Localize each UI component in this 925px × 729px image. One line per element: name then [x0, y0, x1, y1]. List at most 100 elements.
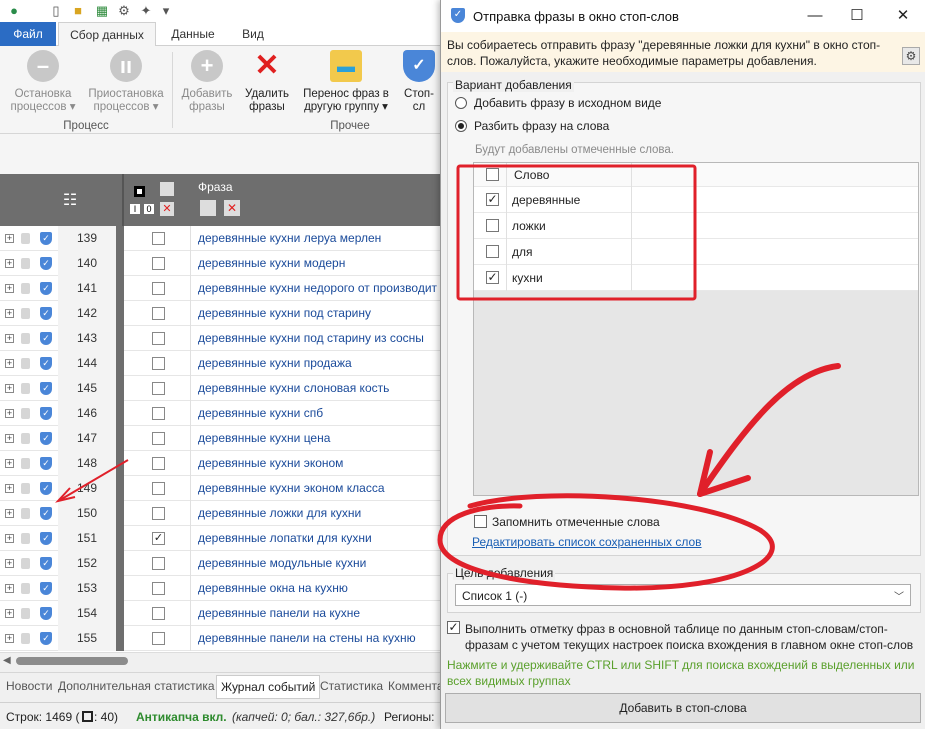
lock-icon[interactable] — [21, 483, 30, 494]
mark-phrases-checkbox[interactable]: ✓ — [447, 621, 460, 634]
row-checkbox[interactable] — [152, 482, 165, 495]
word-checkbox[interactable]: ✓ — [486, 271, 499, 284]
row-checkbox[interactable] — [152, 332, 165, 345]
row-phrase[interactable]: деревянные окна на кухню — [198, 576, 348, 601]
shield-check-icon[interactable]: ✓ — [40, 282, 52, 295]
tab-extra-stats[interactable]: Дополнительная статистика — [58, 679, 215, 693]
select-all-checkbox-icon[interactable] — [134, 186, 145, 197]
table-row[interactable]: + ✓ 149 деревянные кухни эконом класса — [0, 476, 440, 501]
word-row[interactable]: для — [474, 239, 918, 265]
maximize-icon[interactable]: ☐ — [843, 6, 871, 26]
target-select[interactable]: Список 1 (-) ﹀ — [455, 584, 911, 606]
radio-as-is-label[interactable]: Добавить фразу в исходном виде — [474, 96, 661, 110]
phrase-clear-filter-icon[interactable]: ✕ — [224, 200, 240, 216]
select-all-words-checkbox[interactable] — [486, 168, 499, 181]
clear-filter-icon[interactable]: ✕ — [160, 202, 174, 216]
table-row[interactable]: + ✓ 143 деревянные кухни под старину из сос… — [0, 326, 440, 351]
row-phrase[interactable]: деревянные кухни под старину из сосны — [198, 326, 424, 351]
magic-wand-icon[interactable]: ✦ — [138, 3, 154, 19]
lock-icon[interactable] — [21, 508, 30, 519]
table-row[interactable]: + ✓ 148 деревянные кухни эконом — [0, 451, 440, 476]
row-checkbox[interactable] — [152, 607, 165, 620]
row-phrase[interactable]: деревянные кухни эконом — [198, 451, 343, 476]
settings-icon[interactable]: ⚙ — [116, 3, 132, 19]
lock-icon[interactable] — [21, 258, 30, 269]
lock-icon[interactable] — [21, 333, 30, 344]
row-phrase[interactable]: деревянные кухни под старину — [198, 301, 371, 326]
row-phrase[interactable]: деревянные панели на стены на кухню — [198, 626, 416, 651]
row-checkbox[interactable]: ✓ — [152, 532, 165, 545]
remember-words-checkbox[interactable] — [474, 515, 487, 528]
excel-icon[interactable]: ▦ — [94, 3, 110, 19]
word-row[interactable]: ложки — [474, 213, 918, 239]
new-file-icon[interactable]: ▯ — [48, 3, 64, 19]
lock-icon[interactable] — [21, 433, 30, 444]
row-checkbox[interactable] — [152, 382, 165, 395]
row-checkbox[interactable] — [152, 582, 165, 595]
table-row[interactable]: + ✓ 145 деревянные кухни слоновая кость — [0, 376, 440, 401]
shield-check-icon[interactable]: ✓ — [40, 557, 52, 570]
shield-check-icon[interactable]: ✓ — [40, 307, 52, 320]
expand-row-icon[interactable]: + — [5, 534, 14, 543]
shield-check-icon[interactable]: ✓ — [40, 332, 52, 345]
scroll-left-icon[interactable]: ◀ — [3, 655, 11, 666]
table-row[interactable]: + ✓ 154 деревянные панели на кухне — [0, 601, 440, 626]
lock-icon[interactable] — [21, 583, 30, 594]
lock-icon[interactable] — [21, 608, 30, 619]
row-phrase[interactable]: деревянные кухни спб — [198, 401, 323, 426]
expand-row-icon[interactable]: + — [5, 234, 14, 243]
row-phrase[interactable]: деревянные ложки для кухни — [198, 501, 361, 526]
minimize-icon[interactable]: — — [801, 6, 829, 26]
expand-row-icon[interactable]: + — [5, 409, 14, 418]
expand-row-icon[interactable]: + — [5, 384, 14, 393]
quick-access-dropdown-icon[interactable]: ▾ — [158, 3, 174, 19]
table-row[interactable]: + ✓ 155 деревянные панели на стены на кухню — [0, 626, 440, 651]
gear-icon[interactable]: ⚙ — [902, 47, 920, 65]
table-row[interactable]: + ✓ 147 деревянные кухни цена — [0, 426, 440, 451]
stop-words-button[interactable]: ✓ Стоп-сл — [398, 50, 440, 114]
radio-as-is[interactable] — [455, 97, 467, 109]
lock-icon[interactable] — [21, 408, 30, 419]
row-checkbox[interactable] — [152, 407, 165, 420]
expand-row-icon[interactable]: + — [5, 359, 14, 368]
table-row[interactable]: + ✓ 146 деревянные кухни спб — [0, 401, 440, 426]
lock-icon[interactable] — [21, 533, 30, 544]
radio-split-label[interactable]: Разбить фразу на слова — [474, 119, 609, 133]
grid-splitter[interactable] — [122, 174, 124, 226]
row-checkbox[interactable] — [152, 432, 165, 445]
delete-phrases-button[interactable]: ✕ Удалить фразы — [240, 50, 294, 114]
expand-row-icon[interactable]: + — [5, 634, 14, 643]
tab-event-log[interactable]: Журнал событий — [216, 675, 321, 699]
row-checkbox[interactable] — [152, 557, 165, 570]
shield-check-icon[interactable]: ✓ — [40, 532, 52, 545]
word-checkbox[interactable] — [486, 219, 499, 232]
shield-check-icon[interactable]: ✓ — [40, 482, 52, 495]
table-row[interactable]: + ✓ 142 деревянные кухни под старину — [0, 301, 440, 326]
shield-check-icon[interactable]: ✓ — [40, 582, 52, 595]
row-phrase[interactable]: деревянные модульные кухни — [198, 551, 366, 576]
shield-check-icon[interactable]: ✓ — [40, 607, 52, 620]
tab-news[interactable]: Новости — [6, 679, 52, 693]
expand-row-icon[interactable]: + — [5, 459, 14, 468]
add-to-stop-words-button[interactable]: Добавить в стоп-слова — [445, 693, 921, 723]
row-checkbox[interactable] — [152, 357, 165, 370]
lock-icon[interactable] — [21, 283, 30, 294]
shield-check-icon[interactable]: ✓ — [40, 257, 52, 270]
toggle-one-icon[interactable]: I — [130, 204, 140, 214]
row-phrase[interactable]: деревянные кухни недорого от производит — [198, 276, 437, 301]
shield-check-icon[interactable]: ✓ — [40, 507, 52, 520]
columns-filter-icon[interactable]: ☷ — [60, 190, 80, 210]
word-checkbox[interactable]: ✓ — [486, 193, 499, 206]
edit-saved-words-link[interactable]: Редактировать список сохраненных слов — [472, 535, 702, 549]
expand-row-icon[interactable]: + — [5, 434, 14, 443]
word-row[interactable]: ✓ кухни — [474, 265, 918, 291]
shield-check-icon[interactable]: ✓ — [40, 382, 52, 395]
lock-icon[interactable] — [21, 308, 30, 319]
lock-icon[interactable] — [21, 233, 30, 244]
table-row[interactable]: + ✓ 140 деревянные кухни модерн — [0, 251, 440, 276]
row-phrase[interactable]: деревянные кухни цена — [198, 426, 330, 451]
table-row[interactable]: + ✓ 152 деревянные модульные кухни — [0, 551, 440, 576]
open-folder-icon[interactable]: ■ — [70, 3, 86, 19]
lock-icon[interactable] — [21, 458, 30, 469]
expand-row-icon[interactable]: + — [5, 609, 14, 618]
